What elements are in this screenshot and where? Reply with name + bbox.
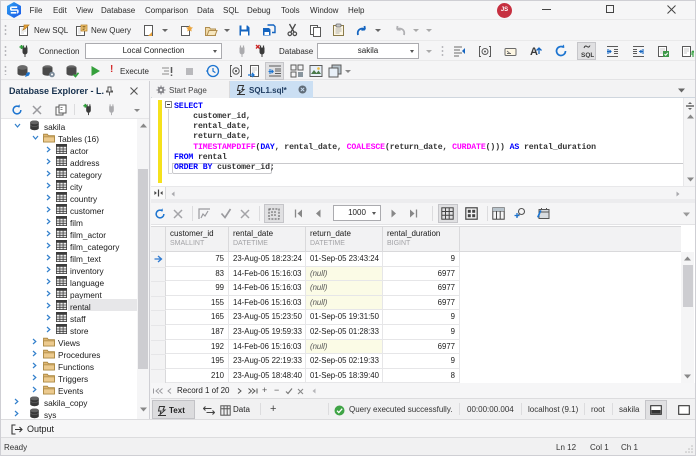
svg-text:A: A	[530, 46, 538, 58]
svg-text:SQL: SQL	[581, 52, 594, 58]
